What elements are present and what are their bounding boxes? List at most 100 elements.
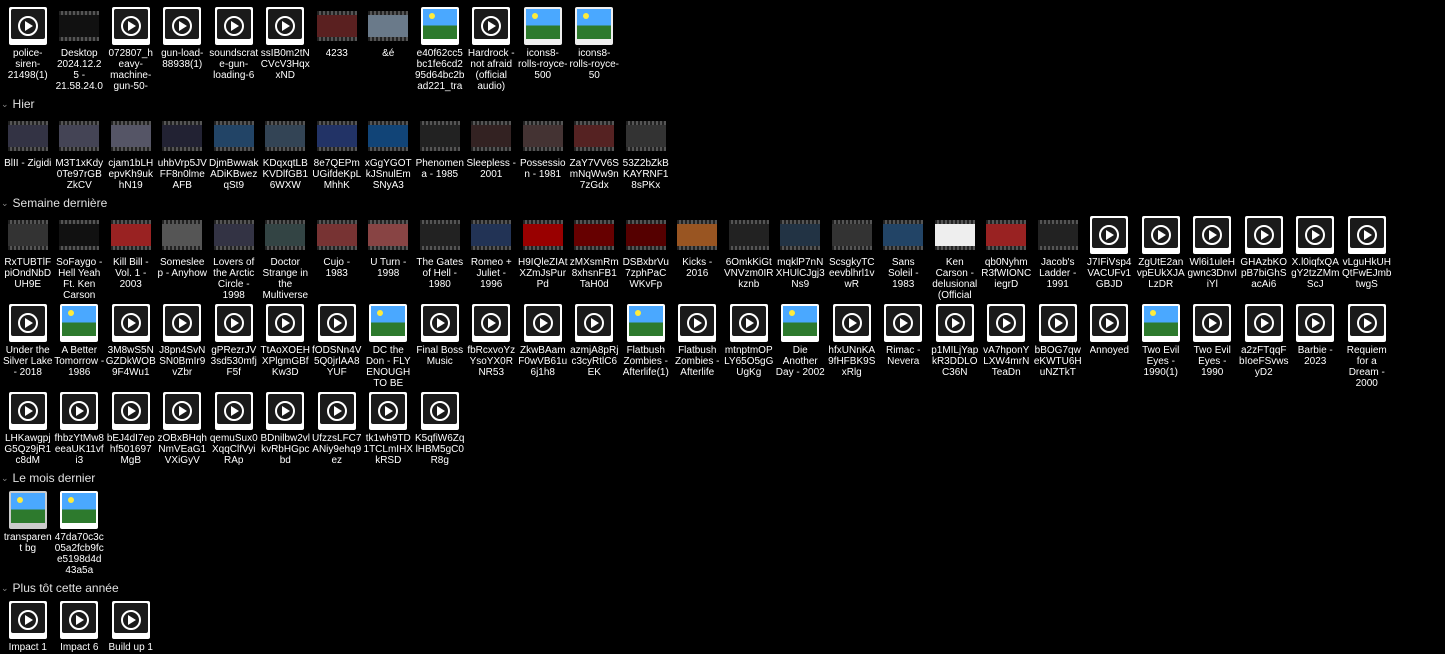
file-item[interactable]: Desktop 2024.12.25 - 21.58.24.02 (54, 5, 106, 93)
group-header[interactable]: ⌄Semaine dernière (0, 192, 1445, 214)
file-item[interactable]: mtnptmOPLY65O5gGUgKg (723, 302, 775, 390)
file-item[interactable]: gPRezrJV3sd530mfjF5f (208, 302, 260, 390)
file-item[interactable]: X.l0iqfxQAgY2tzZMmScJ (1290, 214, 1342, 302)
file-item[interactable]: uhbVrp5JVFF8n0lmeAFB (157, 115, 209, 192)
file-item[interactable]: Kill Bill - Vol. 1 - 2003 (105, 214, 157, 302)
file-item[interactable]: DC the Don - FLY ENOUGH TO BE VIRGIL (363, 302, 415, 390)
file-item[interactable]: Possession - 1981 (517, 115, 569, 192)
file-item[interactable]: ssIB0m2tNCVcV3HqxxND (260, 5, 312, 93)
file-item[interactable]: DSBxbrVu7zphPaCWKvFp (620, 214, 672, 302)
file-item[interactable]: BDnilbw2vlkvRbHGpcbd (260, 390, 312, 467)
file-item[interactable]: Rimac - Nevera (878, 302, 930, 390)
file-item[interactable]: SoFaygo - Hell Yeah Ft. Ken Carson [Offi… (54, 214, 106, 302)
file-item[interactable]: DjmBwwakADiKBwezqSt9 (208, 115, 260, 192)
file-item[interactable]: zMXsmRm8xhsnFB1TaH0d (569, 214, 621, 302)
file-item[interactable]: K5qfiW6ZqlHBM5gC0R8g (414, 390, 466, 467)
file-item[interactable]: Impact 1 (2, 599, 54, 654)
file-item[interactable]: 47da70c3c05a2fcb9fce5198d4d43a5a (54, 489, 106, 577)
file-item[interactable]: Flatbush Zombies - Afterlife (672, 302, 724, 390)
file-item[interactable]: 53Z2bZkBKAYRNF18sPKx (620, 115, 672, 192)
file-item[interactable]: &é (363, 5, 415, 93)
file-item[interactable]: ZkwBAamF0wVB61u6j1h8 (517, 302, 569, 390)
file-item[interactable]: ZgUtE2anvpEUkXJALzDR (1135, 214, 1187, 302)
file-item[interactable]: TtAoXOEHXPlgmGBfKw3D (260, 302, 312, 390)
file-item[interactable]: Two Evil Eyes - 1990(1) (1135, 302, 1187, 390)
file-item[interactable]: e40f62cc5bc1fe6cd295d64bc2bad221_transpa… (414, 5, 466, 93)
video-thumbnail (368, 391, 408, 431)
file-item[interactable]: tk1wh9TD1TCLmIHXkRSD (363, 390, 415, 467)
film-thumbnail (626, 215, 666, 255)
film-thumbnail (368, 116, 408, 156)
file-item[interactable]: UfzzsLFC7ANiy9ehq9ez (311, 390, 363, 467)
file-item[interactable]: vA7hponYLXW4mrNTeaDn (981, 302, 1033, 390)
file-item[interactable]: Requiem for a Dream - 2000 (1341, 302, 1393, 390)
file-item[interactable]: xGgYGOTkJSnulEmSNyA3 (363, 115, 415, 192)
file-item[interactable]: Sleepless - 2001 (466, 115, 518, 192)
file-item[interactable]: Jacob's Ladder - 1991 (1032, 214, 1084, 302)
file-item[interactable]: Die Another Day - 2002 (775, 302, 827, 390)
group-header[interactable]: ⌄Plus tôt cette année (0, 577, 1445, 599)
file-item[interactable]: p1MILjYapkR3DDLOC36N (929, 302, 981, 390)
file-item[interactable]: Lovers of the Arctic Circle - 1998 (208, 214, 260, 302)
file-item[interactable]: police-siren-21498(1) (2, 5, 54, 93)
file-item[interactable]: Barbie - 2023 (1290, 302, 1342, 390)
file-item[interactable]: 6OmkKiGtVNVzm0IRkznb (723, 214, 775, 302)
file-item[interactable]: fbRcxvoYzYsoYX0RNR53 (466, 302, 518, 390)
file-item[interactable]: Sans Soleil - 1983 (878, 214, 930, 302)
file-item[interactable]: Phenomena - 1985 (414, 115, 466, 192)
file-item[interactable]: Two Evil Eyes - 1990 (1187, 302, 1239, 390)
file-item[interactable]: mqklP7nNXHUlCJgj3Ns9 (775, 214, 827, 302)
group-header[interactable]: ⌄Hier (0, 93, 1445, 115)
file-item[interactable]: A Better Tomorrow - 1986 (54, 302, 106, 390)
file-item[interactable]: vLguHkUHQtFwEJmbtwgS (1341, 214, 1393, 302)
file-item[interactable]: Impact 6 (54, 599, 106, 654)
file-item[interactable]: Romeo + Juliet - 1996 (466, 214, 518, 302)
file-item[interactable]: Under the Silver Lake - 2018 (2, 302, 54, 390)
file-item[interactable]: 4233 (311, 5, 363, 93)
file-item[interactable]: Annoyed (1084, 302, 1136, 390)
file-item[interactable]: 072807_heavy-machine-gun-50-caliber-3976… (105, 5, 157, 93)
file-item[interactable]: Build up 1 (105, 599, 157, 654)
file-item[interactable]: transparent bg (2, 489, 54, 577)
file-item[interactable]: Doctor Strange in the Multiverse… (260, 214, 312, 302)
file-item[interactable]: The Gates of Hell - 1980 (414, 214, 466, 302)
file-item[interactable]: cjam1bLHepvKh9ukhN19 (105, 115, 157, 192)
file-item[interactable]: Cujo - 1983 (311, 214, 363, 302)
file-item[interactable]: a2zFTqqFbIoeFSvwsyD2 (1238, 302, 1290, 390)
file-item[interactable]: bBOG7qweKWTU6HuNZTkT (1032, 302, 1084, 390)
file-item[interactable]: Hardrock - not afraid (official audio) (466, 5, 518, 93)
file-item[interactable]: fODSNn4V5Q0jrlAA8YUF (311, 302, 363, 390)
file-item[interactable]: soundscrate-gun-loading-6 (208, 5, 260, 93)
group-header[interactable]: ⌄Le mois dernier (0, 467, 1445, 489)
file-item[interactable]: U Turn - 1998 (363, 214, 415, 302)
file-item[interactable]: ScsgkyTCeevblhrl1vwR (826, 214, 878, 302)
file-item[interactable]: Kicks - 2016 (672, 214, 724, 302)
file-item[interactable]: J8pn4SvNSN0BmIr9vZbr (157, 302, 209, 390)
file-item[interactable]: Wl6i1uleHgwnc3DnvIiYl (1187, 214, 1239, 302)
file-item[interactable]: azmjA8pRjc3cyRtlC6EK (569, 302, 621, 390)
file-item[interactable]: BlII - Zigidi (2, 115, 54, 192)
file-item[interactable]: H9IQleZIAtXZmJsPurPd (517, 214, 569, 302)
file-item[interactable]: fhbzYtMw8eeaUK11vfi3 (54, 390, 106, 467)
file-item[interactable]: zOBxBHqhNmVEaG1VXiGyV (157, 390, 209, 467)
file-item[interactable]: bEJ4dI7ephf501697MgB (105, 390, 157, 467)
file-item[interactable]: ZaY7VV6SmNqWw9n7zGdx (569, 115, 621, 192)
file-item[interactable]: M3T1xKdy0Te97rGBZkCV (54, 115, 106, 192)
file-item[interactable]: Flatbush Zombies - Afterlife(1) (620, 302, 672, 390)
file-item[interactable]: Final Boss Music (414, 302, 466, 390)
file-item[interactable]: icons8-rolls-royce-500 (517, 5, 569, 93)
file-item[interactable]: Somesleep - Anyhow (157, 214, 209, 302)
file-item[interactable]: hfxUNnKA9fHFBK9SxRlg (826, 302, 878, 390)
file-item[interactable]: 8e7QEPmUGifdeKpLMhhK (311, 115, 363, 192)
file-item[interactable]: gun-load-88938(1) (157, 5, 209, 93)
file-item[interactable]: GHAzbKOpB7biGhSacAi6 (1238, 214, 1290, 302)
file-item[interactable]: qb0NyhmR3fWIONCiegrD (981, 214, 1033, 302)
file-item[interactable]: RxTUBTlFpiOndNbDUH9E (2, 214, 54, 302)
file-item[interactable]: J7IFiVsp4VACUFv1GBJD (1084, 214, 1136, 302)
file-item[interactable]: qemuSux0XqqClfVyiRAp (208, 390, 260, 467)
file-item[interactable]: LHKawgpjG5Qz9jR1c8dM (2, 390, 54, 467)
file-item[interactable]: Ken Carson - delusional (Official Music … (929, 214, 981, 302)
file-item[interactable]: icons8-rolls-royce-50 (569, 5, 621, 93)
file-item[interactable]: KDqxqtLBKVDlfGB16WXW (260, 115, 312, 192)
file-item[interactable]: 3M8wS5NGZDkWOB9F4Wu1 (105, 302, 157, 390)
